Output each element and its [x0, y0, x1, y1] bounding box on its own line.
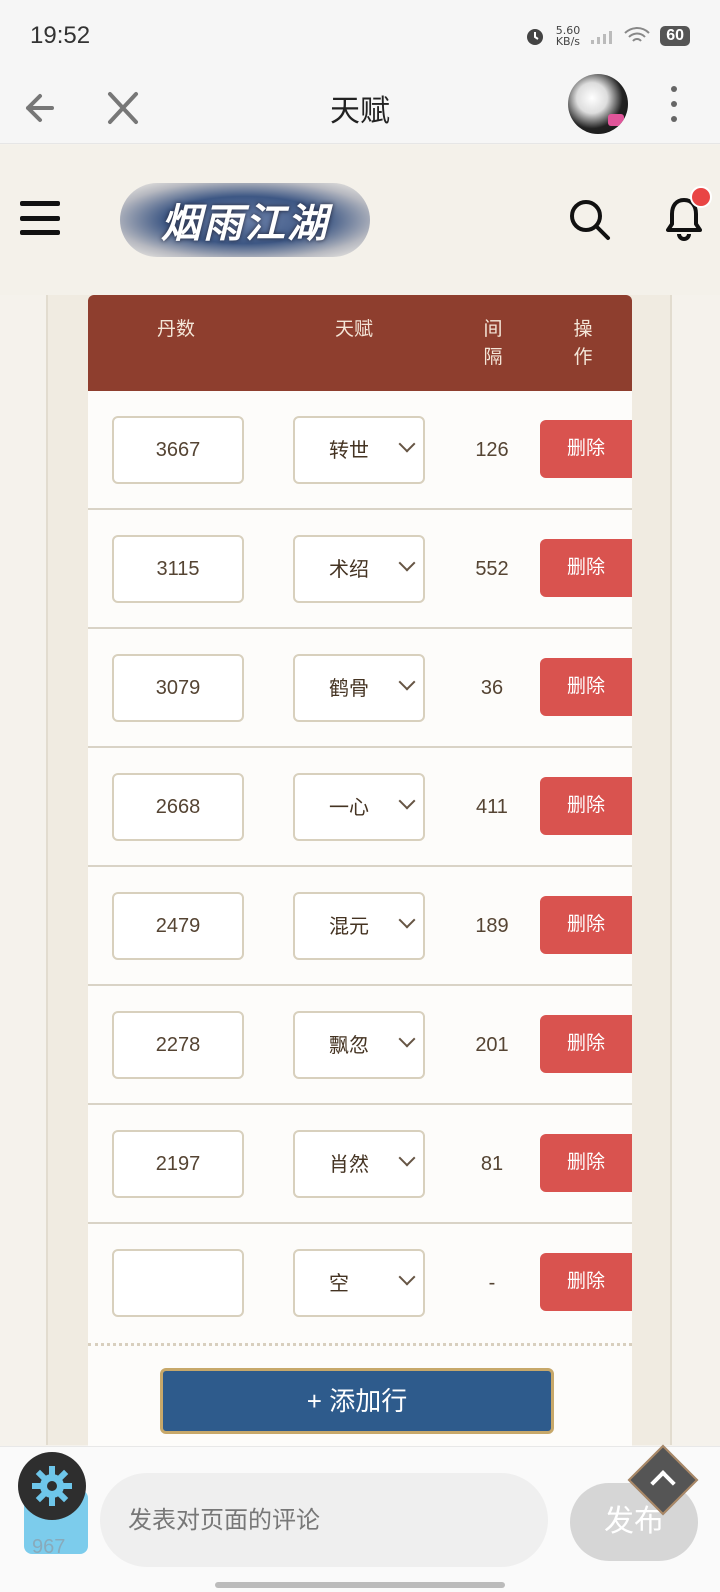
table-row: 2197 肖然 81 删除 — [88, 1105, 632, 1224]
search-icon[interactable] — [568, 198, 612, 242]
interval-value: 126 — [475, 439, 509, 461]
status-icons: 5.60 KB/s 60 — [524, 25, 690, 47]
talent-select[interactable]: 一心 — [293, 773, 425, 841]
delete-button[interactable]: 删除 — [540, 1134, 632, 1192]
interval-value: 81 — [480, 1153, 504, 1175]
comment-bar: 发表对页面的评论 发布 — [0, 1446, 720, 1592]
talent-select[interactable]: 肖然 — [293, 1130, 425, 1198]
talent-table: 丹数 天赋 间隔 操作 3667 转世 126 删除 3115 术绍 552 删… — [88, 295, 632, 1463]
table-row: 3115 术绍 552 删除 — [88, 510, 632, 629]
settings-gear-icon[interactable] — [18, 1452, 86, 1520]
home-indicator[interactable] — [215, 1582, 505, 1588]
table-row: 2278 飘忽 201 删除 — [88, 986, 632, 1105]
talent-select[interactable]: 转世 — [293, 416, 425, 484]
table-row: 2479 混元 189 删除 — [88, 867, 632, 986]
table-header: 丹数 天赋 间隔 操作 — [88, 295, 632, 391]
add-row-section: + 添加行 — [88, 1343, 632, 1463]
chevron-down-icon — [398, 435, 416, 453]
clock: 19:52 — [30, 22, 91, 49]
chevron-down-icon — [398, 1030, 416, 1048]
site-logo[interactable]: 烟雨江湖 — [120, 183, 370, 257]
delete-button[interactable]: 删除 — [540, 777, 632, 835]
col-header-interval: 间隔 — [483, 318, 503, 368]
chevron-down-icon — [398, 792, 416, 810]
table-row: 3667 转世 126 删除 — [88, 391, 632, 510]
chevron-down-icon — [398, 911, 416, 929]
table-row: 空 - 删除 — [88, 1224, 632, 1343]
dan-input[interactable]: 3115 — [112, 535, 244, 603]
dan-input[interactable]: 2479 — [112, 892, 244, 960]
delete-button[interactable]: 删除 — [540, 896, 632, 954]
more-options-icon[interactable] — [668, 86, 680, 122]
col-header-talent: 天赋 — [334, 318, 373, 340]
chevron-down-icon — [398, 673, 416, 691]
dan-input[interactable]: 2197 — [112, 1130, 244, 1198]
interval-value: 189 — [475, 915, 509, 937]
interval-value: 552 — [475, 558, 509, 580]
dan-input[interactable]: 3079 — [112, 654, 244, 722]
badge-count: 967 — [32, 1536, 66, 1558]
dan-input[interactable]: 3667 — [112, 416, 244, 484]
battery-indicator: 60 — [660, 26, 690, 46]
table-row: 2668 一心 411 删除 — [88, 748, 632, 867]
table-row: 3079 鹤骨 36 删除 — [88, 629, 632, 748]
menu-icon[interactable] — [20, 201, 60, 235]
chevron-down-icon — [398, 1149, 416, 1167]
talent-select[interactable]: 混元 — [293, 892, 425, 960]
delete-button[interactable]: 删除 — [540, 658, 632, 716]
gear-icon — [32, 1466, 72, 1506]
net-speed: 5.60 KB/s — [555, 24, 581, 48]
comment-input[interactable]: 发表对页面的评论 — [100, 1473, 548, 1567]
signal-icon — [591, 31, 613, 44]
dan-input[interactable]: 2278 — [112, 1011, 244, 1079]
avatar[interactable] — [568, 74, 628, 134]
interval-value: - — [488, 1272, 496, 1294]
talent-select[interactable]: 飘忽 — [293, 1011, 425, 1079]
status-bar: 19:52 5.60 KB/s 60 — [0, 0, 720, 72]
col-header-dan: 丹数 — [156, 318, 195, 340]
delete-button[interactable]: 删除 — [540, 1015, 632, 1073]
delete-button[interactable]: 删除 — [540, 420, 632, 478]
interval-value: 201 — [475, 1034, 509, 1056]
delete-button[interactable]: 删除 — [540, 539, 632, 597]
dan-input[interactable]: 2668 — [112, 773, 244, 841]
wifi-icon — [624, 27, 650, 42]
delete-button[interactable]: 删除 — [540, 1253, 632, 1311]
chevron-down-icon — [398, 1268, 416, 1286]
interval-value: 36 — [480, 677, 504, 699]
add-row-button[interactable]: + 添加行 — [160, 1368, 554, 1434]
talent-select[interactable]: 空 — [293, 1249, 425, 1317]
interval-value: 411 — [476, 796, 508, 818]
talent-select[interactable]: 鹤骨 — [293, 654, 425, 722]
alarm-icon — [526, 29, 543, 45]
notification-dot — [690, 186, 712, 208]
col-header-action: 操作 — [573, 318, 593, 368]
talent-select[interactable]: 术绍 — [293, 535, 425, 603]
site-header: 烟雨江湖 — [0, 145, 720, 295]
chevron-down-icon — [398, 554, 416, 572]
dan-input[interactable] — [112, 1249, 244, 1317]
